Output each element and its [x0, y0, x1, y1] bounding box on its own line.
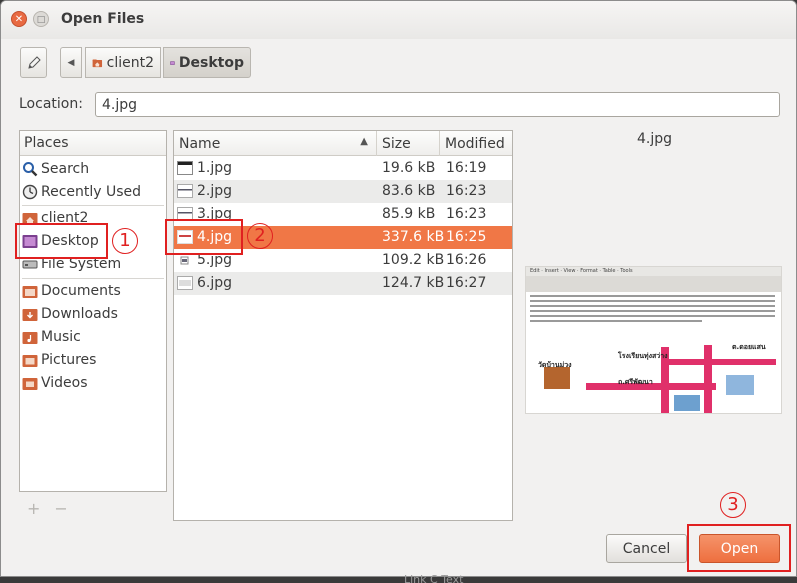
- cancel-button[interactable]: Cancel: [606, 534, 687, 563]
- table-row[interactable]: 2.jpg 83.6 kB 16:23: [174, 180, 512, 203]
- annotation-number-2: 2: [247, 223, 273, 249]
- folder-icon: [22, 309, 38, 321]
- file-size: 109.2 kB: [382, 252, 445, 268]
- preview-map-road: [704, 345, 712, 413]
- place-pictures[interactable]: Pictures: [22, 349, 96, 371]
- image-preview: Edit · Insert · View · Format · Table · …: [525, 266, 782, 414]
- clock-icon: [22, 184, 38, 200]
- location-input[interactable]: [95, 92, 780, 117]
- place-videos[interactable]: Videos: [22, 372, 88, 394]
- preview-map-road: [661, 359, 776, 365]
- file-name: 1.jpg: [197, 160, 233, 176]
- search-icon: [23, 162, 38, 177]
- maximize-window-button[interactable]: □: [33, 11, 49, 27]
- preview-building-icon: [726, 375, 754, 395]
- annotation-box-1: [15, 223, 108, 259]
- path-crumb-label: Desktop: [178, 54, 244, 71]
- file-list: Name ▲ Size Modified 1.jpg 19.6 kB 16:19…: [173, 130, 513, 521]
- file-name: 6.jpg: [197, 275, 233, 291]
- image-file-icon: [177, 276, 193, 290]
- annotation-box-3: [687, 524, 791, 572]
- column-label: Size: [382, 136, 411, 152]
- annotation-number-3: 3: [720, 492, 746, 518]
- preview-menu-bar: Edit · Insert · View · Format · Table · …: [526, 267, 781, 276]
- column-label: Modified: [445, 136, 505, 152]
- file-name: 2.jpg: [197, 183, 233, 199]
- preview-map-label: โรงเรียนทุ่งสว่าง: [618, 352, 668, 360]
- background-strip: [0, 577, 797, 583]
- file-size: 19.6 kB: [382, 160, 436, 176]
- places-separator: [22, 278, 164, 279]
- place-label: Pictures: [41, 352, 97, 368]
- place-label: Recently Used: [41, 184, 142, 200]
- location-label: Location:: [19, 96, 83, 112]
- places-add-remove: +−: [27, 499, 82, 518]
- table-row[interactable]: 1.jpg 19.6 kB 16:19: [174, 157, 512, 180]
- file-modified: 16:27: [446, 275, 487, 291]
- column-label: Name: [179, 136, 221, 152]
- file-modified: 16:25: [446, 229, 487, 245]
- place-search[interactable]: Search: [22, 158, 89, 180]
- file-modified: 16:23: [446, 206, 487, 222]
- place-downloads[interactable]: Downloads: [22, 303, 118, 325]
- image-file-icon: [177, 184, 193, 198]
- close-window-button[interactable]: ✕: [11, 11, 27, 27]
- remove-place-button[interactable]: −: [54, 499, 81, 518]
- table-row[interactable]: 6.jpg 124.7 kB 16:27: [174, 272, 512, 295]
- folder-icon: [22, 332, 38, 344]
- title-bar: ✕ □ Open Files: [1, 1, 796, 39]
- folder-icon: [22, 378, 38, 390]
- triangle-left-icon: ◀: [67, 57, 75, 68]
- preview-map-label: ถ.ศรีพัฒนา: [618, 378, 653, 386]
- place-music[interactable]: Music: [22, 326, 81, 348]
- place-label: Videos: [41, 375, 88, 391]
- path-crumb-client2[interactable]: client2: [85, 47, 161, 78]
- folder-home-icon: [92, 58, 103, 67]
- sort-ascending-icon: ▲: [360, 136, 368, 147]
- preview-map-label: วัดบ้านม่วง: [538, 361, 572, 369]
- file-size: 85.9 kB: [382, 206, 436, 222]
- annotation-number-1: 1: [112, 228, 138, 254]
- add-place-button[interactable]: +: [27, 499, 54, 518]
- column-size-header[interactable]: Size: [377, 131, 440, 156]
- file-modified: 16:23: [446, 183, 487, 199]
- open-files-dialog: ✕ □ Open Files ◀ client2 Desktop Locatio…: [0, 0, 797, 577]
- folder-icon: [22, 355, 38, 367]
- type-location-button[interactable]: [20, 47, 47, 78]
- background-text: Link C Text: [404, 573, 464, 583]
- preview-text-block: [530, 295, 775, 325]
- image-file-icon: [177, 161, 193, 175]
- file-list-header: Name ▲ Size Modified: [174, 131, 512, 156]
- place-label: Search: [41, 161, 90, 177]
- annotation-box-2: [165, 219, 243, 255]
- image-file-icon: [180, 256, 189, 265]
- place-label: Music: [41, 329, 81, 345]
- file-size: 124.7 kB: [382, 275, 445, 291]
- file-size: 337.6 kB: [382, 229, 445, 245]
- places-sidebar: Places Search Recently Used client2 Desk…: [19, 130, 167, 492]
- folder-icon: [22, 286, 38, 298]
- column-name-header[interactable]: Name ▲: [174, 131, 377, 156]
- preview-toolbar: [526, 276, 781, 292]
- pencil-icon: [27, 55, 41, 69]
- window-title: Open Files: [61, 11, 145, 27]
- place-label: Documents: [41, 283, 121, 299]
- column-modified-header[interactable]: Modified: [440, 131, 512, 156]
- file-modified: 16:26: [446, 252, 487, 268]
- path-crumb-desktop[interactable]: Desktop: [163, 47, 251, 78]
- places-separator: [22, 205, 164, 206]
- file-size: 83.6 kB: [382, 183, 436, 199]
- path-scroll-left-button[interactable]: ◀: [60, 47, 82, 78]
- preview-map-label: ต.ดอยแสน: [732, 343, 766, 351]
- place-recently-used[interactable]: Recently Used: [22, 181, 141, 203]
- desktop-folder-icon: [170, 60, 175, 65]
- preview-building-icon: [674, 395, 700, 411]
- place-label: Downloads: [41, 306, 118, 322]
- path-crumb-label: client2: [106, 54, 154, 71]
- preview-filename: 4.jpg: [637, 131, 673, 147]
- file-modified: 16:19: [446, 160, 487, 176]
- place-documents[interactable]: Documents: [22, 280, 121, 302]
- places-header: Places: [20, 131, 166, 156]
